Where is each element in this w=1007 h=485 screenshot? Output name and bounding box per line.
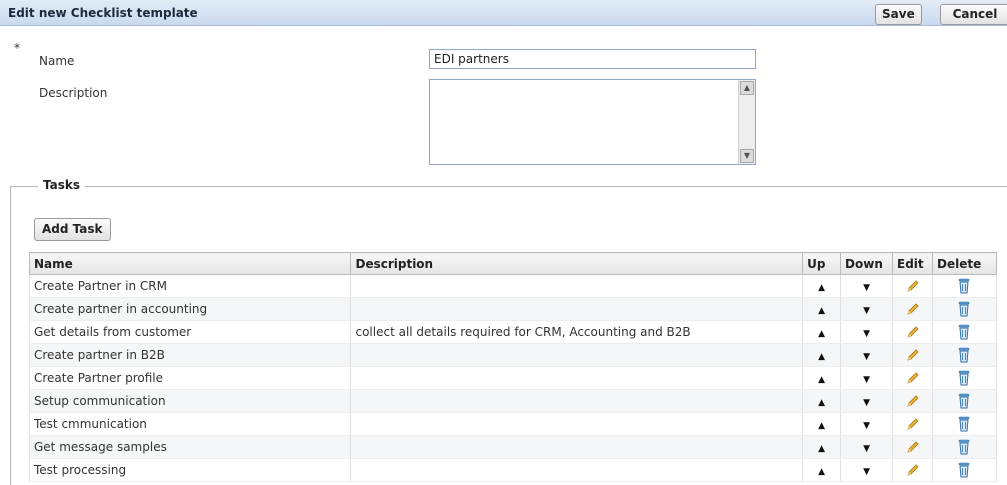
page-title: Edit new Checklist template	[8, 6, 198, 20]
trash-icon[interactable]	[956, 370, 972, 386]
task-name: Create Partner in CRM	[28, 274, 352, 298]
task-description	[350, 389, 804, 413]
table-row[interactable]: Get message samples ▲ ▼	[28, 435, 998, 459]
scroll-up-icon[interactable]: ▲	[740, 81, 754, 95]
pencil-icon[interactable]	[905, 394, 921, 408]
task-description	[350, 366, 804, 390]
pencil-icon[interactable]	[905, 417, 921, 431]
checklist-editor: Edit new Checklist template Save Cancel …	[0, 0, 1007, 485]
trash-icon[interactable]	[956, 462, 972, 478]
description-textarea[interactable]	[430, 80, 738, 164]
task-description	[350, 297, 804, 321]
arrow-down-icon[interactable]: ▼	[863, 375, 870, 385]
table-row[interactable]: Get details from customer collect all det…	[28, 320, 998, 344]
pencil-icon[interactable]	[905, 279, 921, 293]
column-header-description[interactable]: Description	[350, 252, 804, 275]
pencil-icon[interactable]	[905, 440, 921, 454]
task-name: Test processing	[28, 458, 352, 482]
task-description	[350, 412, 804, 436]
trash-icon[interactable]	[956, 393, 972, 409]
table-row[interactable]: Test cmmunication ▲ ▼	[28, 412, 998, 436]
arrow-down-icon[interactable]: ▼	[863, 421, 870, 431]
pencil-icon[interactable]	[905, 302, 921, 316]
task-name: Test cmmunication	[28, 412, 352, 436]
trash-icon[interactable]	[956, 439, 972, 455]
table-row[interactable]: Create Partner in CRM ▲ ▼	[28, 274, 998, 298]
arrow-up-icon[interactable]: ▲	[818, 398, 825, 408]
scroll-down-icon[interactable]: ▼	[740, 149, 754, 163]
trash-icon[interactable]	[956, 324, 972, 340]
arrow-up-icon[interactable]: ▲	[818, 352, 825, 362]
required-mark: *	[14, 41, 20, 55]
task-name: Setup communication	[28, 389, 352, 413]
trash-icon[interactable]	[956, 301, 972, 317]
column-header-up: Up	[802, 252, 842, 275]
pencil-icon[interactable]	[905, 325, 921, 339]
table-row[interactable]: Create Partner profile ▲ ▼	[28, 366, 998, 390]
arrow-down-icon[interactable]: ▼	[863, 352, 870, 362]
table-row[interactable]: Create partner in accounting ▲ ▼	[28, 297, 998, 321]
column-header-name[interactable]: Name	[28, 252, 352, 275]
trash-icon[interactable]	[956, 416, 972, 432]
column-header-delete: Delete	[931, 252, 998, 275]
arrow-down-icon[interactable]: ▼	[863, 306, 870, 316]
task-description	[350, 458, 804, 482]
trash-icon[interactable]	[956, 347, 972, 363]
arrow-down-icon[interactable]: ▼	[863, 444, 870, 454]
arrow-down-icon[interactable]: ▼	[863, 467, 870, 477]
name-label: Name	[39, 54, 75, 68]
task-name: Create Partner profile	[28, 366, 352, 390]
tasks-legend: Tasks	[38, 178, 86, 192]
task-name: Get details from customer	[28, 320, 352, 344]
task-name: Create partner in B2B	[28, 343, 352, 367]
arrow-up-icon[interactable]: ▲	[818, 467, 825, 477]
arrow-up-icon[interactable]: ▲	[818, 306, 825, 316]
pencil-icon[interactable]	[905, 371, 921, 385]
add-task-button[interactable]: Add Task	[34, 218, 111, 241]
task-description	[350, 435, 804, 459]
tasks-table: Name Description Up Down Edit Delete Cre…	[28, 252, 998, 482]
arrow-up-icon[interactable]: ▲	[818, 444, 825, 454]
save-button[interactable]: Save	[875, 4, 922, 25]
arrow-up-icon[interactable]: ▲	[818, 329, 825, 339]
column-header-edit: Edit	[892, 252, 933, 275]
arrow-down-icon[interactable]: ▼	[863, 329, 870, 339]
arrow-down-icon[interactable]: ▼	[863, 283, 870, 293]
description-scrollbar[interactable]: ▲ ▼	[738, 80, 755, 164]
arrow-up-icon[interactable]: ▲	[818, 283, 825, 293]
column-header-down: Down	[840, 252, 894, 275]
task-description	[350, 274, 804, 298]
task-name: Create partner in accounting	[28, 297, 352, 321]
description-label: Description	[39, 86, 108, 100]
table-row[interactable]: Setup communication ▲ ▼	[28, 389, 998, 413]
description-field: ▲ ▼	[429, 79, 756, 165]
pencil-icon[interactable]	[905, 463, 921, 477]
pencil-icon[interactable]	[905, 348, 921, 362]
task-name: Get message samples	[28, 435, 352, 459]
table-row[interactable]: Create partner in B2B ▲ ▼	[28, 343, 998, 367]
name-input[interactable]	[429, 49, 756, 69]
task-description	[350, 343, 804, 367]
trash-icon[interactable]	[956, 278, 972, 294]
table-row[interactable]: Test processing ▲ ▼	[28, 458, 998, 482]
table-header-row: Name Description Up Down Edit Delete	[28, 252, 998, 275]
arrow-down-icon[interactable]: ▼	[863, 398, 870, 408]
task-description: collect all details required for CRM, Ac…	[350, 320, 804, 344]
arrow-up-icon[interactable]: ▲	[818, 421, 825, 431]
cancel-button[interactable]: Cancel	[940, 4, 1007, 25]
arrow-up-icon[interactable]: ▲	[818, 375, 825, 385]
title-bar: Edit new Checklist template Save Cancel	[0, 0, 1007, 26]
